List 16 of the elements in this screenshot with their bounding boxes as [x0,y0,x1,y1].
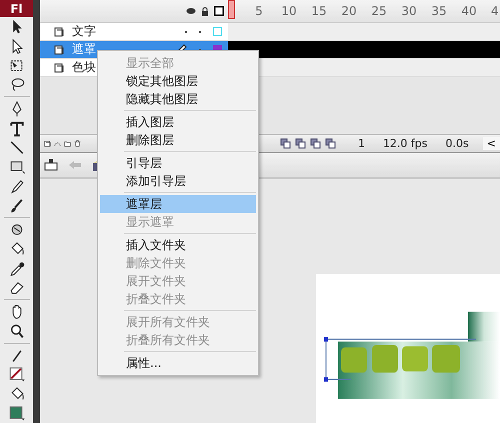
frame-number: 40 [460,4,478,18]
frame-number: 25 [370,4,388,18]
frame-number: 35 [430,4,448,18]
layer-name: 遮罩 [72,41,96,58]
layer-name: 文字 [72,23,96,40]
frame-number: 4 [490,4,499,18]
frame-rate: 12.0 fps [382,137,428,150]
layer-name: 色块 [72,59,96,76]
frame-number: 30 [400,4,418,18]
frame-number: 15 [310,4,328,18]
frame-number: 5 [254,4,264,18]
elapsed-time: 0.0s [446,137,469,150]
frame-number: 10 [280,4,298,18]
current-frame: 1 [358,137,365,150]
frame-number: 20 [340,4,358,18]
app-logo: Fl [0,0,33,18]
